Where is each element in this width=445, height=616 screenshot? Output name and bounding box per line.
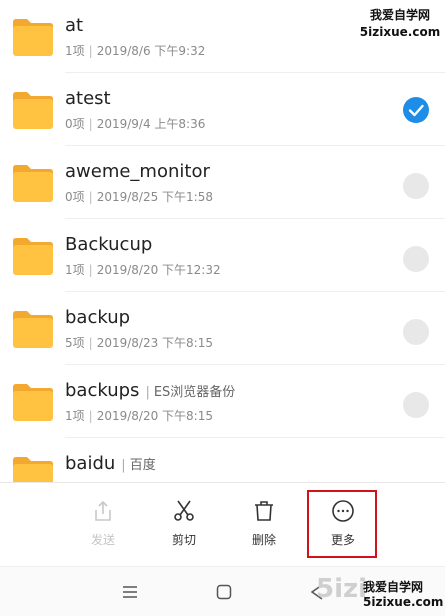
file-tag: | ES浏览器备份 (143, 385, 235, 400)
file-row[interactable]: backups | ES浏览器备份 1项 | 2019/8/20 下午8:15 (0, 365, 445, 438)
more-highlight-box (307, 490, 377, 558)
meta-separator: | (88, 190, 93, 204)
file-name-text: Backucup (65, 234, 153, 255)
checkbox-checked[interactable] (403, 97, 429, 123)
file-name-text: atest (65, 88, 111, 109)
meta-separator: | (88, 44, 93, 58)
file-tag: | 百度 (119, 458, 155, 473)
share-icon (95, 500, 111, 521)
file-name: atest (65, 88, 111, 109)
folder-icon (13, 92, 53, 129)
checkbox-unchecked[interactable] (403, 173, 429, 199)
send-label: 发送 (90, 533, 115, 547)
delete-button[interactable]: 删除 (234, 483, 294, 563)
file-row[interactable]: baidu | 百度 (0, 438, 445, 482)
item-count: 1项 (65, 263, 85, 277)
file-name: backup (65, 307, 130, 328)
file-name-text: baidu (65, 453, 116, 474)
file-name: Backucup (65, 234, 152, 255)
file-name: aweme_monitor (65, 161, 210, 182)
file-meta: 1项 | 2019/8/20 下午12:32 (65, 261, 221, 278)
modified-date: 2019/8/6 下午9:32 (96, 44, 206, 58)
checkbox-unchecked[interactable] (403, 319, 429, 345)
watermark-top-url: 5izixue.com (359, 25, 441, 39)
item-count: 0项 (65, 190, 85, 204)
file-tag-text: ES浏览器备份 (153, 385, 236, 400)
file-name-text: backup (65, 307, 131, 328)
folder-icon (13, 19, 53, 56)
file-name-text: at (65, 15, 84, 36)
folder-icon (13, 311, 53, 348)
checkbox-unchecked[interactable] (403, 246, 429, 272)
modified-date: 2019/8/25 下午1:58 (96, 190, 213, 204)
item-count: 0项 (65, 117, 85, 131)
item-count: 1项 (65, 409, 85, 423)
cut-label: 剪切 (171, 533, 196, 547)
file-tag-text: 百度 (129, 458, 156, 473)
file-name: baidu | 百度 (65, 453, 156, 474)
file-row[interactable]: backup 5项 | 2019/8/23 下午8:15 (0, 292, 445, 365)
trash-icon (255, 501, 273, 521)
modified-date: 2019/9/4 上午8:36 (96, 117, 206, 131)
folder-icon (13, 457, 53, 482)
delete-label: 删除 (251, 533, 276, 547)
scissors-icon (174, 500, 194, 521)
home-icon[interactable] (216, 584, 232, 600)
tag-separator: | (145, 385, 150, 400)
file-name-text: aweme_monitor (65, 161, 210, 182)
folder-icon (13, 238, 53, 275)
item-count: 1项 (65, 44, 85, 58)
file-list: at 1项 | 2019/8/6 下午9:32 atest 0项 | 2019/9/4 上午8… (0, 0, 445, 482)
meta-separator: | (88, 336, 93, 350)
file-meta: 5项 | 2019/8/23 下午8:15 (65, 334, 213, 351)
tag-separator: | (121, 458, 126, 473)
file-name: backups | ES浏览器备份 (65, 380, 235, 401)
menu-icon[interactable] (122, 585, 138, 599)
folder-icon (13, 165, 53, 202)
file-name: at (65, 15, 83, 36)
watermark-bottom-title: 我爱自学网 (363, 580, 424, 594)
file-meta: 1项 | 2019/8/6 下午9:32 (65, 42, 205, 59)
file-meta: 0项 | 2019/9/4 上午8:36 (65, 115, 205, 132)
file-row[interactable]: atest 0项 | 2019/9/4 上午8:36 (0, 73, 445, 146)
checkbox-unchecked[interactable] (403, 392, 429, 418)
file-row[interactable]: Backucup 1项 | 2019/8/20 下午12:32 (0, 219, 445, 292)
item-count: 5项 (65, 336, 85, 350)
check-icon (408, 104, 424, 117)
watermark-bottom-big: 5izi (316, 574, 368, 604)
cut-button[interactable]: 剪切 (154, 483, 214, 563)
meta-separator: | (88, 409, 93, 423)
file-meta: 0项 | 2019/8/25 下午1:58 (65, 188, 213, 205)
modified-date: 2019/8/20 下午12:32 (96, 263, 221, 277)
watermark-bottom-url: 5izixue.com (363, 595, 444, 609)
bottom-toolbar: 发送 剪切 删除 更多 (0, 482, 445, 567)
meta-separator: | (88, 117, 93, 131)
file-name-text: backups (65, 380, 140, 401)
watermark-top-title: 我爱自学网 (369, 8, 430, 22)
folder-icon (13, 384, 53, 421)
file-row[interactable]: aweme_monitor 0项 | 2019/8/25 下午1:58 (0, 146, 445, 219)
modified-date: 2019/8/23 下午8:15 (96, 336, 213, 350)
file-meta: 1项 | 2019/8/20 下午8:15 (65, 407, 213, 424)
meta-separator: | (88, 263, 93, 277)
watermark-top: 我爱自学网 5izixue.com (358, 6, 442, 39)
send-button[interactable]: 发送 (73, 483, 133, 563)
modified-date: 2019/8/20 下午8:15 (96, 409, 213, 423)
